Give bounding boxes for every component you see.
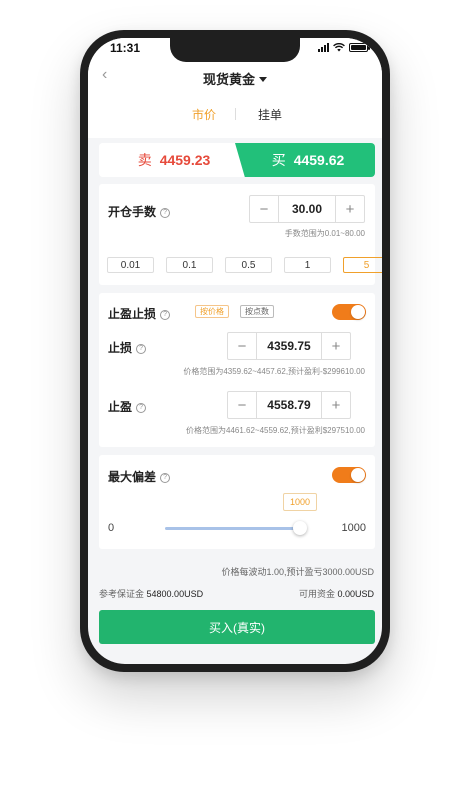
minus-button[interactable]: − <box>228 333 256 359</box>
max-deviation-card: 最大偏差? 0 1000 1000 <box>99 455 375 549</box>
page-title: 现货黄金 <box>202 72 255 87</box>
tab-market[interactable]: 市价 <box>192 106 216 123</box>
margin-info: 参考保证金 54800.00USD <box>99 587 203 600</box>
stop-loss-label-row: 止损? <box>108 339 147 356</box>
quick-lot-options: 0.01 0.1 0.5 1 5 <box>107 257 382 273</box>
tab-limit[interactable]: 挂单 <box>258 106 282 123</box>
stop-loss-hint: 价格范围为4359.62~4457.62,预计盈利-$299610.00 <box>183 367 365 376</box>
question-circle-icon[interactable]: ? <box>136 402 147 413</box>
phone-frame: 11:31 ‹ 现货黄金 市价 挂单 卖 4459.23 买 4459.62 开… <box>80 30 390 672</box>
tab-divider <box>235 108 236 120</box>
lot-option[interactable]: 1 <box>284 257 331 273</box>
max-deviation-switch[interactable] <box>332 467 366 483</box>
tp-sl-card: 止盈止损? 按价格 按点数 止损? − 4359.75 + 价格范围为4359.… <box>99 293 375 447</box>
question-circle-icon[interactable]: ? <box>160 309 171 320</box>
plus-button[interactable]: + <box>336 196 364 222</box>
open-lots-label: 开仓手数 <box>108 205 157 219</box>
status-time: 11:31 <box>110 41 141 55</box>
instrument-selector[interactable]: 现货黄金 <box>88 69 382 88</box>
nav-bar: ‹ 现货黄金 <box>88 60 382 94</box>
buy-button[interactable]: 买 4459.62 <box>235 143 375 177</box>
slider-handle[interactable] <box>293 521 307 535</box>
question-circle-icon[interactable]: ? <box>136 343 147 354</box>
buy-price: 4459.62 <box>293 152 345 168</box>
sell-button[interactable]: 卖 4459.23 <box>99 143 249 177</box>
buy-sell-toggle: 卖 4459.23 买 4459.62 <box>99 143 375 177</box>
plus-button[interactable]: + <box>322 333 350 359</box>
buy-label: 买 <box>271 152 286 168</box>
per-tick-info: 价格每波动1.00,预计盈亏3000.00USD <box>221 567 374 577</box>
status-icons <box>318 43 370 52</box>
tp-sl-switch[interactable] <box>332 304 366 320</box>
buy-submit-button[interactable]: 买入(真实) <box>99 610 375 644</box>
max-deviation-label-row: 最大偏差? <box>108 468 171 485</box>
question-circle-icon[interactable]: ? <box>160 207 171 218</box>
plus-button[interactable]: + <box>322 392 350 418</box>
cellular-signal-icon <box>318 43 329 52</box>
slider-value-tooltip: 1000 <box>283 493 317 511</box>
tp-sl-label: 止盈止损 <box>108 307 157 321</box>
battery-icon <box>349 43 370 52</box>
take-profit-label: 止盈 <box>108 400 133 414</box>
stop-loss-label: 止损 <box>108 341 133 355</box>
funds-info: 可用资金 0.00USD <box>299 587 374 600</box>
take-profit-stepper: − 4558.79 + <box>227 391 351 419</box>
lots-value[interactable]: 30.00 <box>278 196 336 222</box>
margin-value: 54800.00USD <box>146 589 204 599</box>
sell-price: 4459.23 <box>159 152 211 168</box>
slider-min-label: 0 <box>108 522 115 534</box>
caret-down-icon <box>259 77 267 83</box>
margin-label: 参考保证金 <box>99 589 145 599</box>
lots-stepper: − 30.00 + <box>249 195 365 223</box>
lots-range-hint: 手数范围为0.01~80.00 <box>284 229 365 238</box>
lot-option[interactable]: 0.01 <box>107 257 154 273</box>
take-profit-label-row: 止盈? <box>108 398 147 415</box>
open-lots-label-row: 开仓手数? <box>108 203 171 220</box>
phone-notch <box>170 38 300 62</box>
open-lots-card: 开仓手数? − 30.00 + 手数范围为0.01~80.00 0.01 0.1… <box>99 184 382 285</box>
wifi-icon <box>333 43 345 52</box>
question-circle-icon[interactable]: ? <box>160 472 171 483</box>
lot-option-selected[interactable]: 5 <box>343 257 382 273</box>
stop-loss-stepper: − 4359.75 + <box>227 332 351 360</box>
app-screen: 11:31 ‹ 现货黄金 市价 挂单 卖 4459.23 买 4459.62 开… <box>88 38 382 664</box>
lot-option[interactable]: 0.1 <box>166 257 213 273</box>
sell-label: 卖 <box>137 152 152 168</box>
tp-sl-label-row: 止盈止损? <box>108 305 171 322</box>
take-profit-value[interactable]: 4558.79 <box>256 392 322 418</box>
funds-value: 0.00USD <box>337 589 374 599</box>
order-type-tabs: 市价 挂单 <box>88 94 382 138</box>
lot-option[interactable]: 0.5 <box>225 257 272 273</box>
max-deviation-label: 最大偏差 <box>108 470 157 484</box>
mode-by-points-tag[interactable]: 按点数 <box>240 305 274 318</box>
take-profit-hint: 价格范围为4461.62~4559.62,预计盈利$297510.00 <box>186 426 365 435</box>
slider-max-label: 1000 <box>341 522 366 534</box>
minus-button[interactable]: − <box>250 196 278 222</box>
mode-by-price-tag[interactable]: 按价格 <box>195 305 229 318</box>
deviation-slider-track[interactable] <box>165 527 301 530</box>
minus-button[interactable]: − <box>228 392 256 418</box>
funds-label: 可用资金 <box>298 589 335 599</box>
stop-loss-value[interactable]: 4359.75 <box>256 333 322 359</box>
